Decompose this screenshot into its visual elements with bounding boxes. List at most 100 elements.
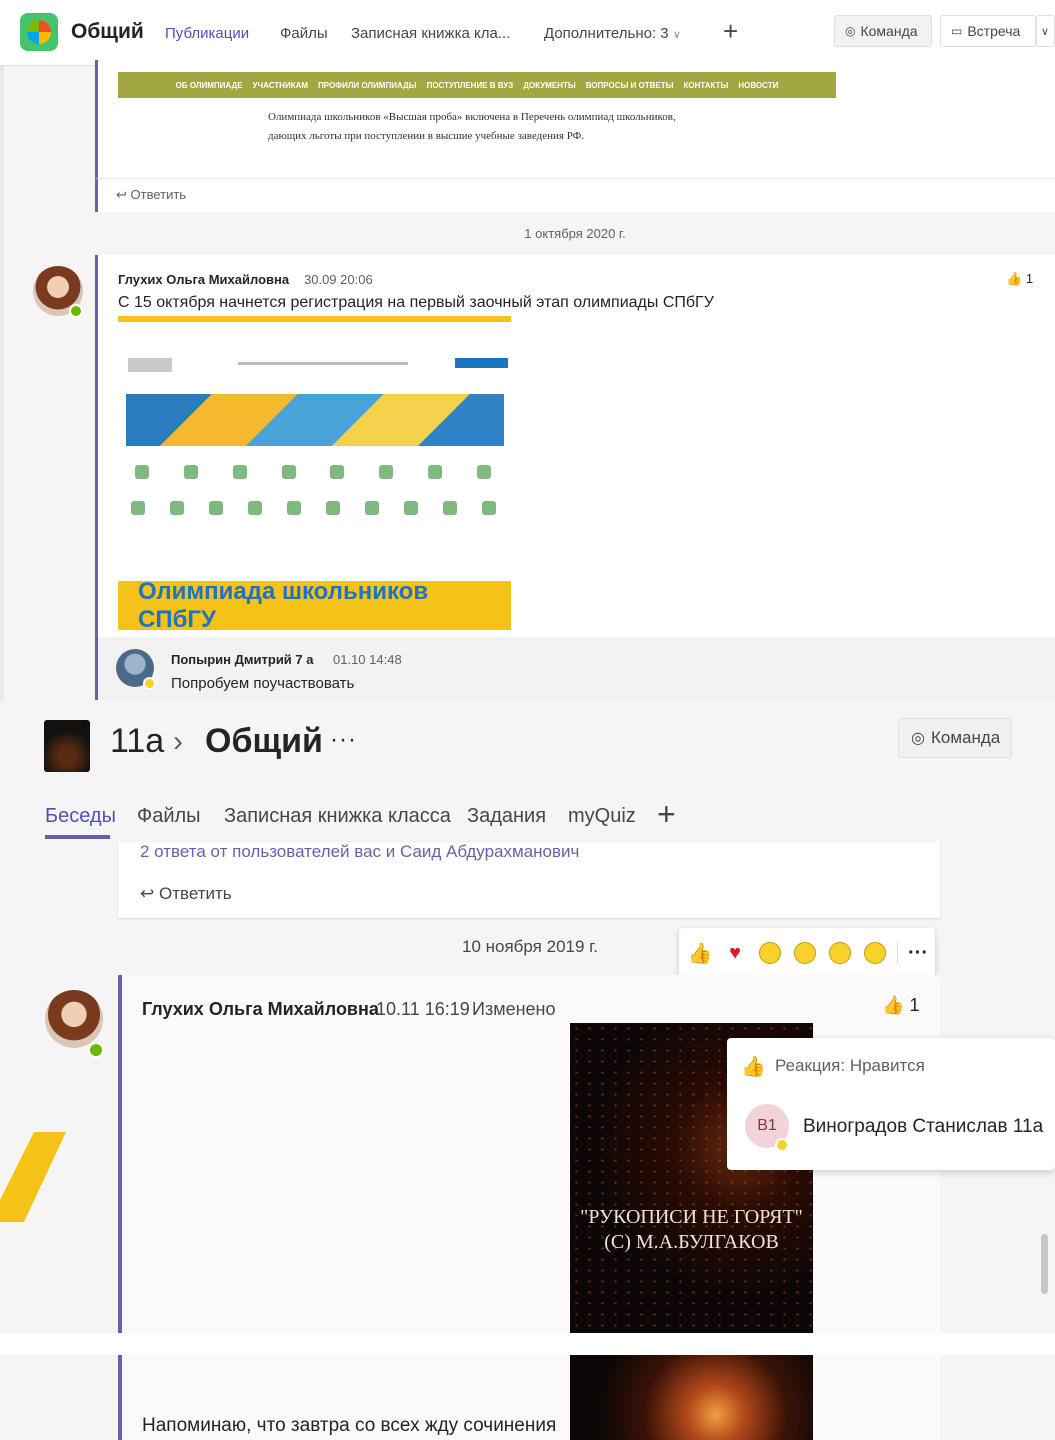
left-rail-edge xyxy=(0,0,4,700)
date-divider: 1 октября 2020 г. xyxy=(524,226,626,241)
subject-icon xyxy=(325,501,340,515)
thumbs-up-icon: 👍 xyxy=(1006,271,1023,286)
tab-more[interactable]: Дополнительно: 3 ∨ xyxy=(544,25,681,42)
olympiad-nav-item: ПРОФИЛИ ОЛИМПИАДЫ xyxy=(318,80,417,90)
fire-image[interactable] xyxy=(570,1355,813,1440)
like-reaction[interactable]: 👍 1 xyxy=(1006,271,1033,287)
more-actions-icon[interactable]: ··· xyxy=(897,941,928,965)
meet-button-label: Встреча xyxy=(967,23,1021,39)
thread-reply: Попырин Дмитрий 7 а 01.10 14:48 Попробуе… xyxy=(95,637,1055,700)
edited-label: Изменено xyxy=(472,999,556,1019)
sad-reaction-icon[interactable] xyxy=(827,940,853,966)
reply-label: Ответить xyxy=(158,884,232,903)
breadcrumb-team[interactable]: 11а xyxy=(110,722,164,761)
tab-more-label: Дополнительно: 3 xyxy=(544,25,669,42)
subject-icons-grid xyxy=(118,465,508,537)
subject-icon xyxy=(130,501,145,515)
surprised-reaction-icon[interactable] xyxy=(792,940,818,966)
team-button-label: Команда xyxy=(930,728,1001,747)
reply-body: Попробуем поучаствовать xyxy=(171,675,355,692)
team-avatar-image[interactable] xyxy=(44,720,90,772)
chevron-right-icon: › xyxy=(173,725,183,758)
meet-button[interactable]: ▭ Встреча xyxy=(940,15,1036,47)
like-reaction[interactable]: 👍 1 xyxy=(882,995,919,1016)
reply-arrow-icon: ↩ xyxy=(116,187,131,202)
thread-footer: 2 ответа от пользователей вас и Саид Абд… xyxy=(118,842,940,918)
team-button[interactable]: ◎ Команда xyxy=(834,15,932,47)
reaction-toolbar: 👍 ♥ ··· xyxy=(679,928,935,978)
subject-icon xyxy=(476,465,491,479)
message-author[interactable]: Глухих Ольга Михайловна xyxy=(142,999,379,1020)
channel-header: Общий Публикации Файлы Записная книжка к… xyxy=(0,0,1055,67)
team-button[interactable]: ◎ Команда xyxy=(898,718,1012,758)
presence-away-icon xyxy=(143,677,156,690)
subject-icon xyxy=(247,501,262,515)
more-options-icon[interactable]: ··· xyxy=(330,726,357,754)
avatar[interactable] xyxy=(45,990,103,1048)
channel-title: Общий xyxy=(71,20,144,43)
presence-available-icon xyxy=(69,304,83,318)
heart-reaction-icon[interactable]: ♥ xyxy=(722,940,748,966)
message-card-olympiad: ОБ ОЛИМПИАДЕ УЧАСТНИКАМ ПРОФИЛИ ОЛИМПИАД… xyxy=(95,60,1055,178)
olympiad-site-nav-image: ОБ ОЛИМПИАДЕ УЧАСТНИКАМ ПРОФИЛИ ОЛИМПИАД… xyxy=(118,72,836,98)
site-menu-line xyxy=(238,362,408,365)
subject-icon xyxy=(281,465,296,479)
tab-class-notebook[interactable]: Записная книжка кла... xyxy=(351,25,510,42)
tab-files[interactable]: Файлы xyxy=(137,805,201,828)
banner-photo xyxy=(126,394,504,446)
message-card-reminder: Напоминаю, что завтра со всех жду сочине… xyxy=(118,1355,940,1440)
reply-button[interactable]: ↩ Ответить xyxy=(95,178,1055,212)
add-tab-plus-icon[interactable]: + xyxy=(657,796,676,833)
active-tab-indicator xyxy=(45,835,110,839)
olympiad-nav-item: ВОПРОСЫ И ОТВЕТЫ xyxy=(585,80,674,90)
scrollbar-thumb[interactable] xyxy=(1041,1234,1048,1294)
decorative-stripe xyxy=(0,1132,66,1222)
presence-available-icon xyxy=(88,1042,104,1058)
breadcrumb-channel: Общий xyxy=(205,722,323,760)
olympiad-nav-item: НОВОСТИ xyxy=(738,80,779,90)
reply-label: Ответить xyxy=(130,187,187,202)
olympiad-link-banner[interactable]: Олимпиада школьников СПбГУ xyxy=(118,578,511,633)
angry-reaction-icon[interactable] xyxy=(862,940,888,966)
subject-icon xyxy=(403,501,418,515)
olympiad-nav-item: УЧАСТНИКАМ xyxy=(252,80,309,90)
channel-view-publications: Общий Публикации Файлы Записная книжка к… xyxy=(0,0,1055,700)
subject-icon xyxy=(208,501,223,515)
message-author[interactable]: Глухих Ольга Михайловна xyxy=(118,272,289,287)
reply-button[interactable]: ↩ Ответить xyxy=(140,884,232,904)
team-button-label: Команда xyxy=(860,23,918,39)
olympiad-nav-item: ДОКУМЕНТЫ xyxy=(523,80,576,90)
reaction-type-label: Реакция: Нравится xyxy=(775,1056,925,1075)
meet-dropdown-button[interactable]: ∨ xyxy=(1036,15,1055,47)
message-timestamp: 30.09 20:06 xyxy=(304,272,373,287)
replies-summary-link[interactable]: 2 ответа от пользователей вас и Саид Абд… xyxy=(140,842,579,862)
video-camera-icon: ▭ xyxy=(951,24,963,38)
tab-assignments[interactable]: Задания xyxy=(467,805,546,828)
subject-icon xyxy=(379,465,394,479)
spbu-logo-icon xyxy=(128,358,172,372)
laugh-reaction-icon[interactable] xyxy=(757,940,783,966)
date-divider: 10 ноября 2019 г. xyxy=(462,937,598,956)
like-reaction-icon[interactable]: 👍 xyxy=(687,940,713,966)
subject-icon xyxy=(481,501,496,515)
tab-conversations[interactable]: Беседы xyxy=(45,805,116,828)
message-body: Напоминаю, что завтра со всех жду сочине… xyxy=(142,1415,557,1436)
olympiad-nav-item: КОНТАКТЫ xyxy=(683,80,729,90)
add-tab-plus-icon[interactable]: + xyxy=(723,16,738,47)
team-logo-icon[interactable] xyxy=(20,13,58,51)
subject-icon xyxy=(286,501,301,515)
reply-arrow-icon: ↩ xyxy=(140,884,159,903)
eye-icon: ◎ xyxy=(911,730,925,747)
spbu-site-screenshot[interactable] xyxy=(118,340,508,550)
tab-publications[interactable]: Публикации xyxy=(165,25,249,42)
like-count: 1 xyxy=(909,995,920,1015)
subject-icon xyxy=(232,465,247,479)
panel-separator xyxy=(0,1333,1055,1355)
reacted-user-name: Виноградов Станислав 11а xyxy=(803,1116,1044,1137)
chevron-down-icon: ∨ xyxy=(672,29,681,41)
reply-author[interactable]: Попырин Дмитрий 7 а xyxy=(171,652,313,667)
olympiad-nav-item: ОБ ОЛИМПИАДЕ xyxy=(175,80,243,90)
tab-myquiz[interactable]: myQuiz xyxy=(568,805,636,828)
tab-class-notebook[interactable]: Записная книжка класса xyxy=(224,805,451,828)
tab-files[interactable]: Файлы xyxy=(280,25,328,42)
